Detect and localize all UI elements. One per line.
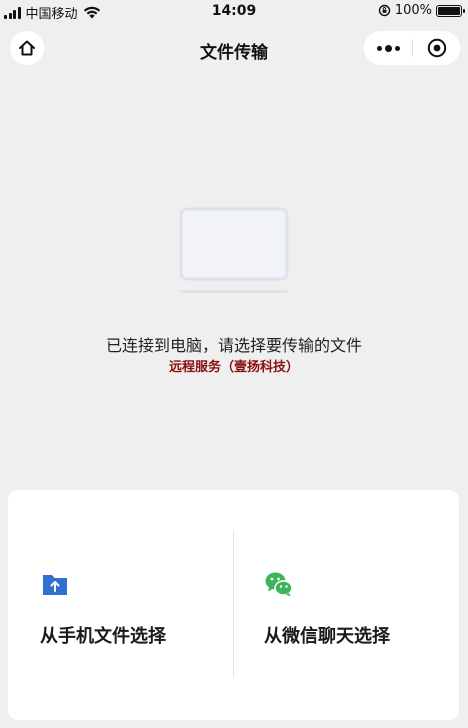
battery-percent: 100% (394, 3, 432, 18)
status-right: 100% (378, 3, 465, 18)
folder-upload-icon (43, 575, 67, 595)
laptop-icon (179, 207, 289, 293)
miniprogram-capsule (364, 31, 460, 65)
options-divider (233, 530, 234, 678)
file-source-card: 从手机文件选择 从微信聊天选择 (8, 490, 459, 720)
connection-status-text: 已连接到电脑，请选择要传输的文件 (105, 336, 362, 355)
battery-icon (436, 4, 465, 17)
select-from-wechat-chat-button[interactable]: 从微信聊天选择 (264, 570, 390, 650)
orientation-lock-icon (378, 4, 391, 17)
close-miniprogram-button[interactable] (413, 31, 460, 65)
wechat-icon (265, 572, 293, 597)
wechat-chat-label: 从微信聊天选择 (264, 626, 390, 647)
nav-bar: 文件传输 (0, 28, 468, 70)
phone-files-label: 从手机文件选择 (40, 626, 166, 647)
status-bar: 中国移动 14:09 100% (0, 0, 468, 24)
more-icon (376, 45, 382, 51)
close-miniprogram-icon (427, 38, 446, 58)
remote-service-label: 远程服务（壹扬科技） (168, 360, 299, 375)
more-button[interactable] (364, 31, 412, 65)
select-from-phone-files-button[interactable]: 从手机文件选择 (40, 570, 166, 650)
